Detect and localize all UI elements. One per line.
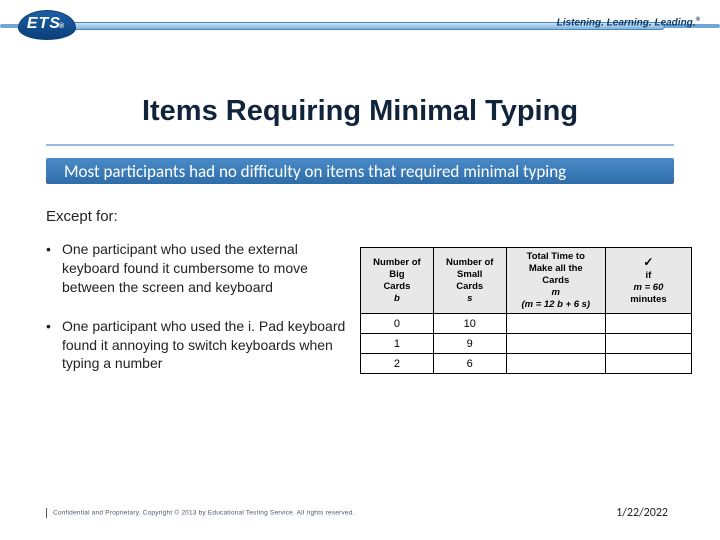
hdr-line: Total Time to	[527, 251, 585, 262]
check-icon: ✓	[643, 255, 653, 269]
col-header-check: ✓ if m = 60 minutes	[605, 248, 691, 314]
hdr-line: Number of	[446, 257, 494, 268]
footer-bar	[46, 508, 47, 518]
tagline: Listening. Learning. Leading.®	[557, 17, 700, 28]
col-header-big-cards: Number of Big Cards b	[361, 248, 434, 314]
col-header-total-time: Total Time to Make all the Cards m (m = …	[506, 248, 605, 314]
bullet-list: •One participant who used the external k…	[46, 240, 346, 393]
col-header-small-cards: Number of Small Cards s	[433, 248, 506, 314]
table-row: 1 9	[361, 334, 692, 354]
hdr-cond: m = 60	[634, 282, 664, 293]
logo-text: ETS	[27, 15, 61, 32]
list-item: •One participant who used the i. Pad key…	[46, 317, 346, 374]
bullet-dot: •	[46, 240, 62, 297]
registered-mark: ®	[696, 17, 700, 23]
hdr-line: Cards	[542, 275, 569, 286]
hdr-line: if	[646, 270, 652, 281]
cell-chk	[605, 334, 691, 354]
table-header-row: Number of Big Cards b Number of Small Ca…	[361, 248, 692, 314]
registered-mark: ®	[59, 23, 65, 30]
slide-title: Items Requiring Minimal Typing	[0, 95, 720, 128]
cell-b: 2	[361, 354, 434, 374]
cell-m	[506, 314, 605, 334]
table-row: 2 6	[361, 354, 692, 374]
cell-s: 10	[433, 314, 506, 334]
footer-confidential-text: Confidential and Proprietary. Copyright …	[53, 510, 354, 517]
list-item: •One participant who used the external k…	[46, 240, 346, 297]
hdr-var: b	[394, 293, 400, 304]
cell-s: 6	[433, 354, 506, 374]
footer-confidential: Confidential and Proprietary. Copyright …	[46, 508, 354, 518]
bullet-text: One participant who used the i. Pad keyb…	[62, 317, 346, 374]
cell-b: 0	[361, 314, 434, 334]
tagline-text: Listening. Learning. Leading.	[557, 17, 696, 28]
summary-banner: Most participants had no difficulty on i…	[46, 158, 674, 184]
hdr-var: s	[467, 293, 472, 304]
hdr-line: Small	[457, 269, 482, 280]
ets-logo: ETS®	[18, 10, 76, 40]
hdr-line: Big	[389, 269, 404, 280]
except-label: Except for:	[46, 208, 118, 225]
footer-date: 1/22/2022	[616, 506, 668, 520]
cell-b: 1	[361, 334, 434, 354]
data-table-wrap: Number of Big Cards b Number of Small Ca…	[360, 247, 692, 374]
bullet-text: One participant who used the external ke…	[62, 240, 346, 297]
cell-m	[506, 354, 605, 374]
cell-chk	[605, 314, 691, 334]
header-bar: ETS® Listening. Learning. Leading.®	[0, 0, 720, 60]
hdr-line: Make all the	[529, 263, 583, 274]
title-underline	[46, 144, 674, 146]
table-row: 0 10	[361, 314, 692, 334]
hdr-line: Cards	[383, 281, 410, 292]
hdr-line: Cards	[456, 281, 483, 292]
cell-s: 9	[433, 334, 506, 354]
hdr-var: m	[552, 287, 560, 298]
bullet-dot: •	[46, 317, 62, 374]
banner-text: Most participants had no difficulty on i…	[46, 161, 566, 182]
cell-m	[506, 334, 605, 354]
hdr-formula: (m = 12 b + 6 s)	[521, 299, 590, 310]
slide: ETS® Listening. Learning. Leading.® Item…	[0, 0, 720, 540]
hdr-line: Number of	[373, 257, 421, 268]
cell-chk	[605, 354, 691, 374]
data-table: Number of Big Cards b Number of Small Ca…	[360, 247, 692, 374]
hdr-line: minutes	[630, 294, 666, 305]
